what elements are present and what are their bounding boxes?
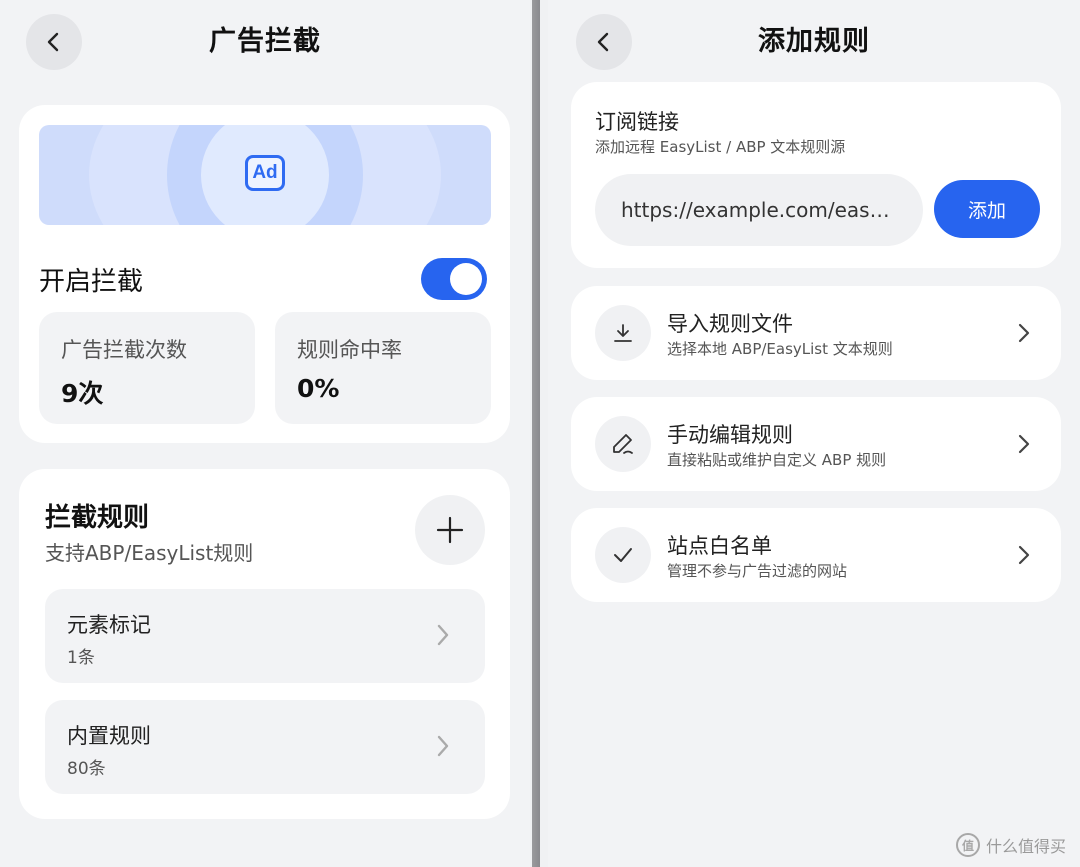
chevron-right-icon <box>1018 545 1030 565</box>
page-title: 添加规则 <box>758 26 870 57</box>
section-subtitle: 支持ABP/EasyList规则 <box>45 541 254 565</box>
block-status-card: Ad 开启拦截 广告拦截次数 9次 规则命中率 0% <box>19 105 510 443</box>
option-desc: 选择本地 ABP/EasyList 文本规则 <box>667 340 893 358</box>
plus-icon <box>436 516 464 544</box>
block-toggle[interactable] <box>421 258 487 300</box>
add-subscription-button[interactable]: 添加 <box>934 180 1040 238</box>
watermark-logo: 值 <box>955 833 980 857</box>
section-title: 拦截规则 <box>45 503 150 533</box>
rules-card: 拦截规则 支持ABP/EasyList规则 元素标记 1条 内置规则 80条 <box>19 469 510 819</box>
download-icon <box>614 324 632 342</box>
rule-item-element-mark[interactable]: 元素标记 1条 <box>45 589 485 683</box>
option-icon-wrap <box>595 527 651 583</box>
option-title: 站点白名单 <box>667 534 772 558</box>
stat-label: 广告拦截次数 <box>61 338 187 362</box>
watermark-text: 什么值得买 <box>985 837 1066 856</box>
ad-icon: Ad <box>245 155 285 191</box>
option-import-file[interactable]: 导入规则文件 选择本地 ABP/EasyList 文本规则 <box>571 286 1061 380</box>
option-desc: 管理不参与广告过滤的网站 <box>667 562 848 580</box>
option-icon-wrap <box>595 305 651 361</box>
toggle-knob <box>450 263 482 295</box>
stat-label: 规则命中率 <box>297 338 402 362</box>
panel-divider <box>530 0 548 867</box>
rule-count: 1条 <box>67 648 95 668</box>
option-desc: 直接粘贴或维护自定义 ABP 规则 <box>667 451 887 469</box>
option-manual-edit[interactable]: 手动编辑规则 直接粘贴或维护自定义 ABP 规则 <box>571 397 1061 491</box>
subscription-url-input[interactable]: https://example.com/eas… <box>595 174 923 246</box>
chevron-right-icon <box>1018 323 1030 343</box>
pen-icon <box>613 434 633 454</box>
rule-name: 内置规则 <box>67 724 151 748</box>
watermark: 值 什么值得买 <box>955 833 1066 857</box>
stat-block-count: 广告拦截次数 9次 <box>39 312 255 424</box>
rule-count: 80条 <box>67 759 106 779</box>
chevron-right-icon <box>437 735 449 757</box>
rule-name: 元素标记 <box>67 613 151 637</box>
option-title: 手动编辑规则 <box>667 423 793 447</box>
subscription-desc: 添加远程 EasyList / ABP 文本规则源 <box>595 138 846 156</box>
subscription-card: 订阅链接 添加远程 EasyList / ABP 文本规则源 https://e… <box>571 82 1061 268</box>
rule-item-builtin[interactable]: 内置规则 80条 <box>45 700 485 794</box>
stat-value: 0% <box>297 374 340 403</box>
ad-block-screen: 广告拦截 Ad 开启拦截 广告拦截次数 9次 规则命中率 0% 拦截规则 支持A… <box>0 0 530 867</box>
chevron-right-icon <box>437 624 449 646</box>
add-rule-button[interactable] <box>415 495 485 565</box>
stat-value: 9次 <box>61 379 104 408</box>
check-icon <box>614 548 632 562</box>
chevron-right-icon <box>1018 434 1030 454</box>
option-title: 导入规则文件 <box>667 312 793 336</box>
page-title: 广告拦截 <box>209 26 321 57</box>
add-rule-screen: 添加规则 订阅链接 添加远程 EasyList / ABP 文本规则源 http… <box>548 0 1080 867</box>
subscription-title: 订阅链接 <box>595 110 679 134</box>
ad-banner: Ad <box>39 125 491 225</box>
toggle-label: 开启拦截 <box>39 267 144 297</box>
option-icon-wrap <box>595 416 651 472</box>
stat-hit-rate: 规则命中率 0% <box>275 312 491 424</box>
option-site-whitelist[interactable]: 站点白名单 管理不参与广告过滤的网站 <box>571 508 1061 602</box>
